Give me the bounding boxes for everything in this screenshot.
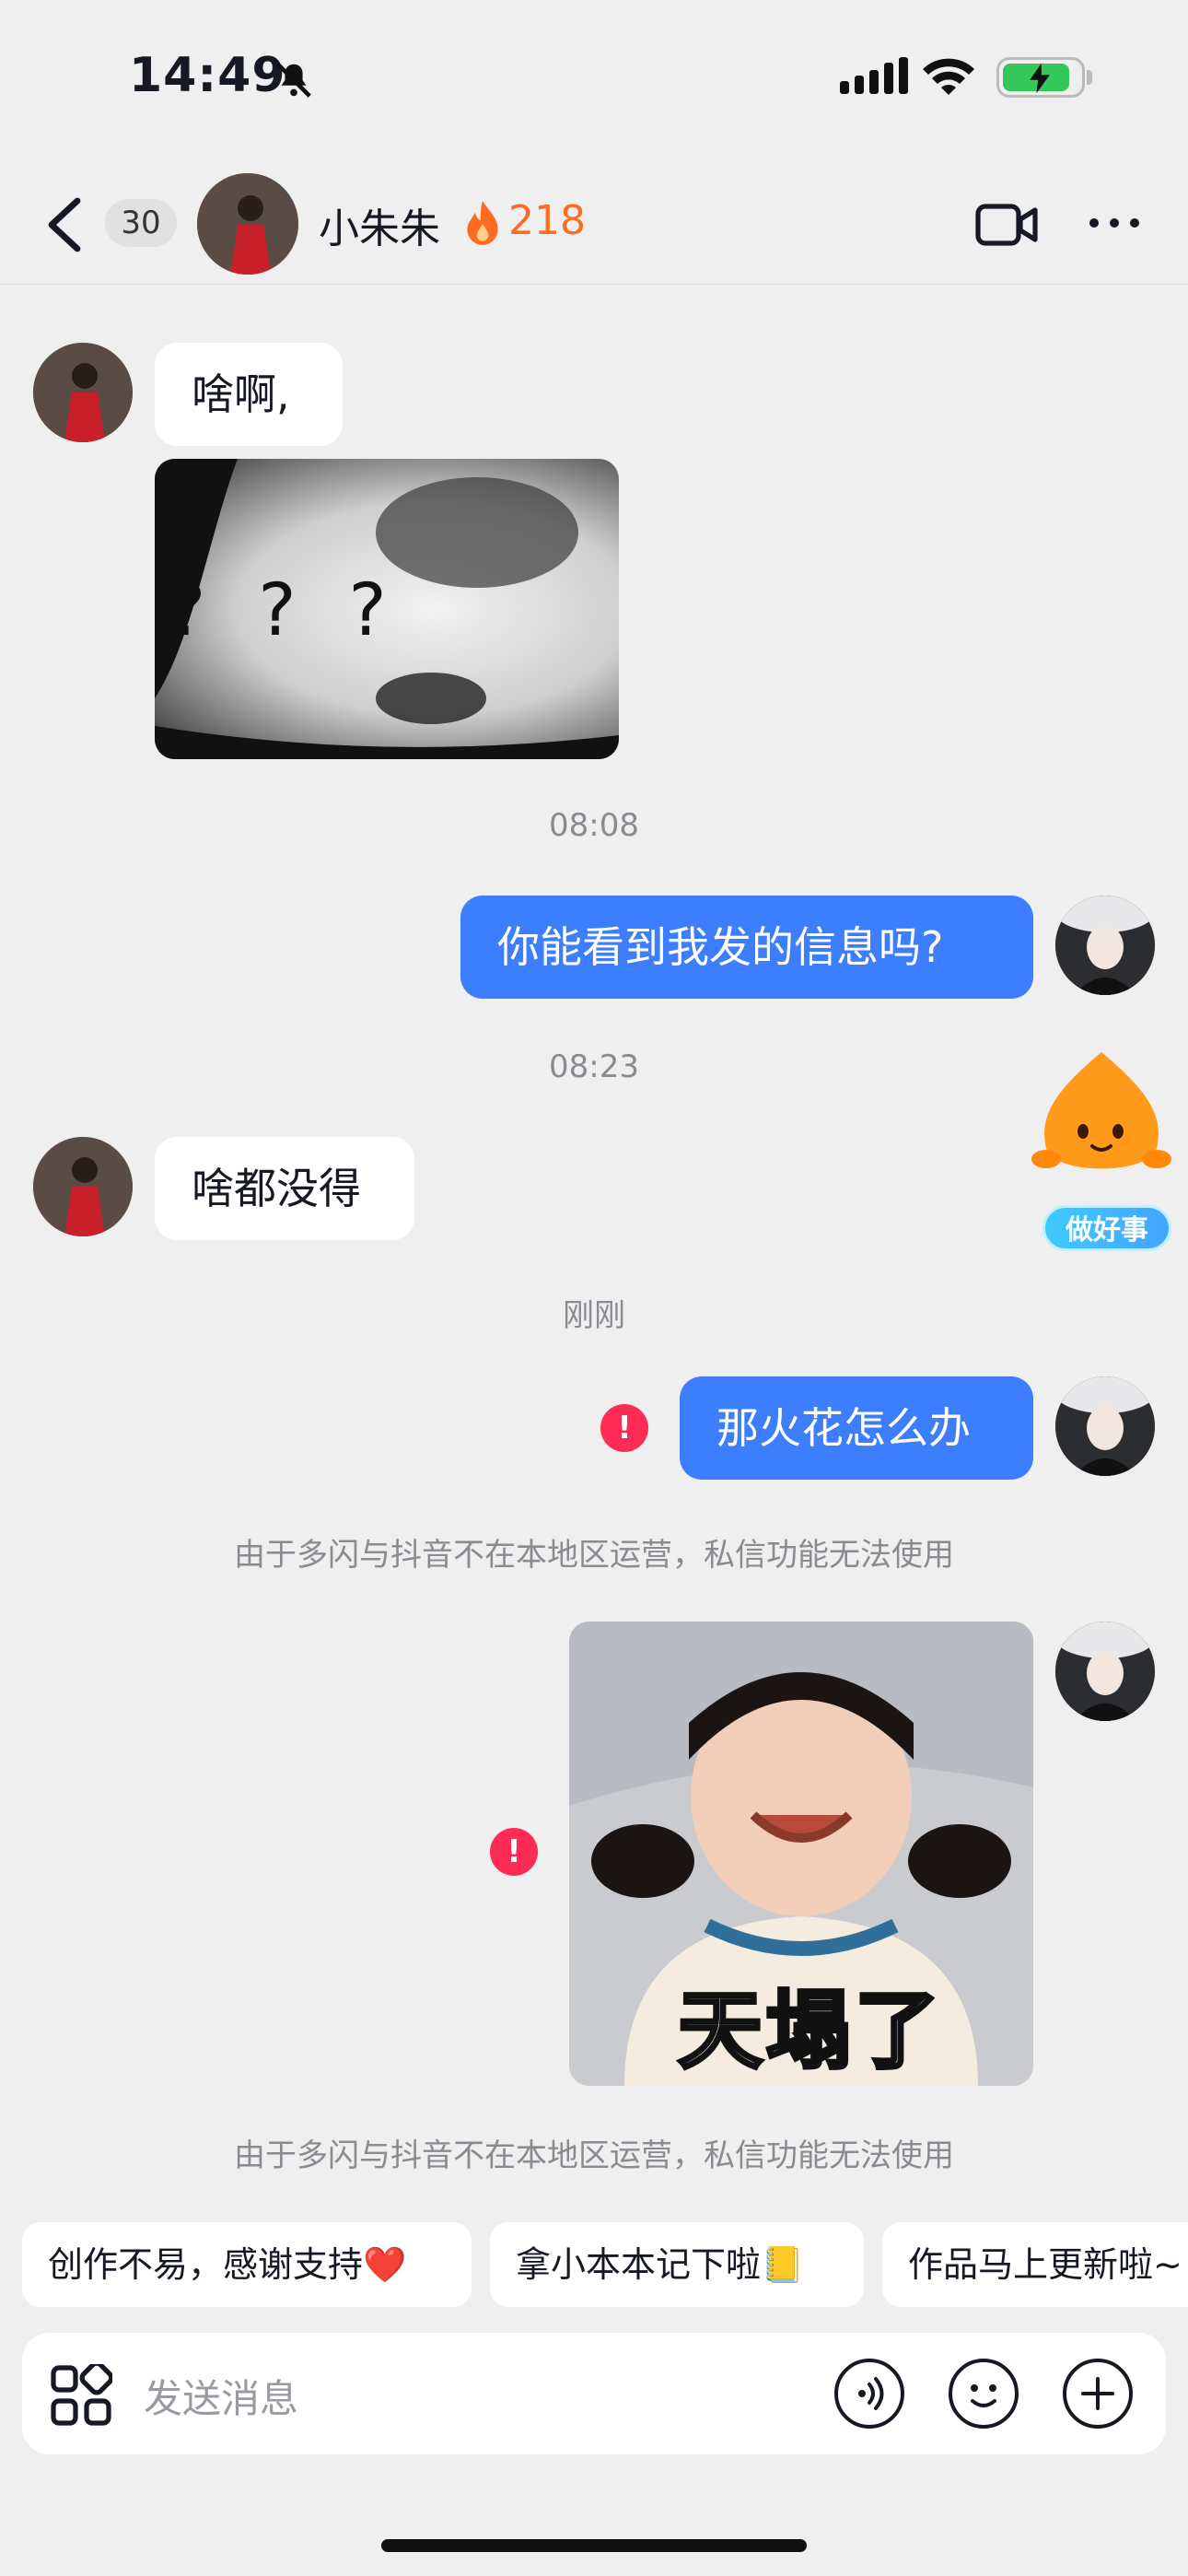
home-indicator bbox=[381, 2539, 807, 2552]
self-avatar[interactable] bbox=[1055, 1376, 1155, 1476]
self-avatar[interactable] bbox=[1055, 896, 1155, 995]
battery-icon bbox=[996, 57, 1085, 98]
emoji-icon[interactable] bbox=[949, 2359, 1019, 2429]
system-notice: 由于多闪与抖音不在本地区运营，私信功能无法使用 bbox=[234, 2137, 954, 2174]
battery-tip bbox=[1087, 70, 1092, 85]
incoming-sticker-image[interactable]: ? ? ? bbox=[155, 459, 619, 759]
send-failed-icon[interactable]: ! bbox=[490, 1828, 538, 1876]
contact-message-avatar[interactable] bbox=[33, 343, 133, 442]
flame-icon bbox=[467, 201, 498, 245]
quick-reply-chip[interactable]: 作品马上更新啦~ bbox=[882, 2222, 1188, 2307]
outgoing-sticker-image[interactable]: 天塌了 bbox=[569, 1622, 1033, 2086]
system-notice: 由于多闪与抖音不在本地区运营，私信功能无法使用 bbox=[234, 1537, 954, 1574]
unread-count-badge[interactable]: 30 bbox=[105, 199, 177, 247]
sticker-question-marks: ? ? ? bbox=[168, 569, 402, 652]
send-failed-icon[interactable]: ! bbox=[600, 1404, 648, 1452]
incoming-message-bubble[interactable]: 啥啊, bbox=[155, 343, 343, 446]
mascot-icon[interactable] bbox=[1028, 1047, 1175, 1185]
message-timestamp: 08:08 bbox=[549, 807, 639, 844]
contact-name[interactable]: 小朱朱 bbox=[319, 195, 440, 254]
cellular-signal-icon bbox=[840, 57, 914, 94]
contact-message-avatar[interactable] bbox=[33, 1137, 133, 1236]
quick-reply-chip[interactable]: 拿小本本记下啦📒 bbox=[490, 2222, 864, 2307]
back-arrow-icon[interactable] bbox=[44, 197, 85, 252]
add-attachment-icon[interactable] bbox=[1063, 2359, 1133, 2429]
quick-reply-chip[interactable]: 创作不易，感谢支持❤️ bbox=[22, 2222, 472, 2307]
voice-input-icon[interactable] bbox=[834, 2359, 904, 2429]
contact-avatar[interactable] bbox=[197, 173, 298, 275]
wifi-icon bbox=[923, 58, 974, 95]
chat-header: 30 小朱朱 218 bbox=[0, 164, 1188, 285]
status-time: 14:49 bbox=[129, 48, 286, 103]
outgoing-message-bubble[interactable]: 那火花怎么办 bbox=[680, 1376, 1033, 1480]
sticker-caption: 天塌了 bbox=[676, 1980, 944, 2082]
muted-bell-icon bbox=[276, 63, 311, 98]
outgoing-message-bubble[interactable]: 你能看到我发的信息吗? bbox=[460, 896, 1033, 999]
message-input-bar: 发送消息 bbox=[22, 2333, 1166, 2454]
message-timestamp: 刚刚 bbox=[563, 1297, 625, 1334]
more-options-icon[interactable] bbox=[1087, 216, 1142, 230]
incoming-message-bubble[interactable]: 啥都没得 bbox=[155, 1137, 414, 1240]
apps-grid-icon[interactable] bbox=[50, 2364, 112, 2427]
message-input[interactable]: 发送消息 bbox=[144, 2368, 298, 2424]
mascot-tag[interactable]: 做好事 bbox=[1042, 1205, 1171, 1251]
self-avatar[interactable] bbox=[1055, 1622, 1155, 1721]
streak-count: 218 bbox=[508, 197, 586, 244]
video-call-icon[interactable] bbox=[974, 201, 1041, 249]
message-timestamp: 08:23 bbox=[549, 1048, 639, 1085]
